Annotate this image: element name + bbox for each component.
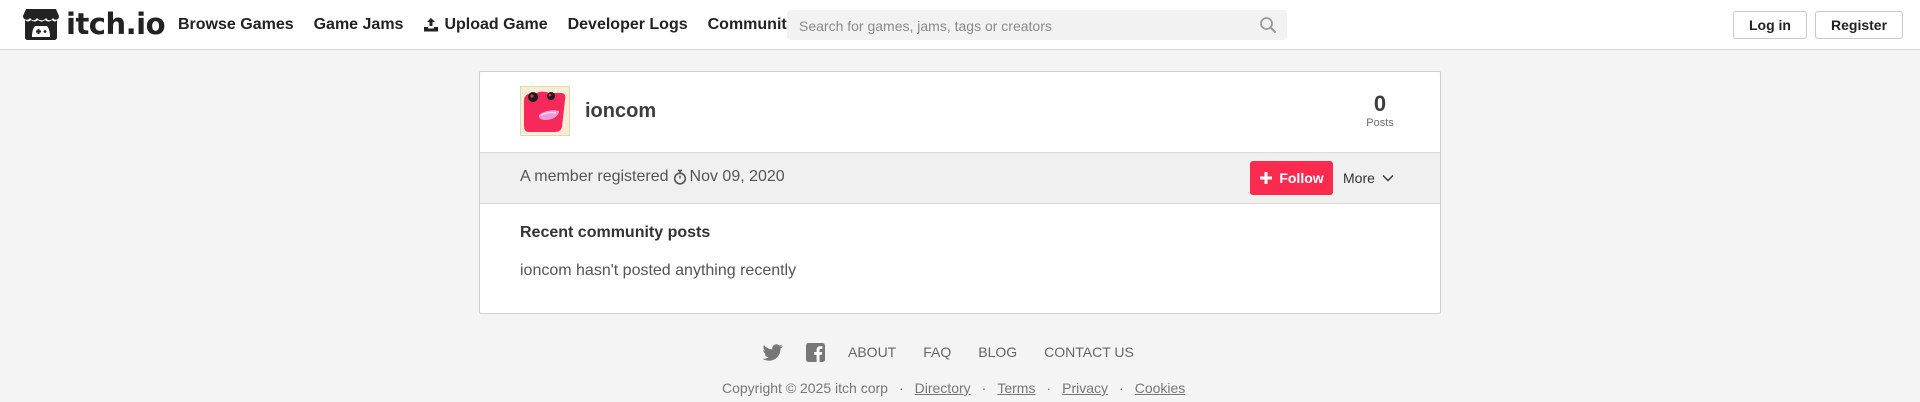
follow-label: Follow [1279, 170, 1324, 186]
profile-header: ioncom 0 Posts [480, 72, 1440, 152]
nav-upload-game[interactable]: Upload Game [423, 16, 548, 34]
footer-legal-cookies[interactable]: Cookies [1135, 380, 1186, 396]
footer-links: ABOUT FAQ BLOG CONTACT US [763, 340, 1161, 364]
search-box [787, 10, 1287, 42]
posts-label: Posts [1366, 117, 1394, 129]
upload-game-icon [423, 17, 439, 33]
follow-button[interactable]: Follow [1250, 161, 1333, 195]
footer-legal-directory[interactable]: Directory [915, 380, 971, 396]
itchio-logo-text: itch.io [66, 7, 166, 41]
user-profile-card: ioncom 0 Posts A member registered Nov 0… [479, 71, 1441, 314]
register-button[interactable]: Register [1815, 11, 1904, 39]
copyright-text: Copyright © 2025 itch corp [722, 380, 888, 396]
more-label: More [1343, 170, 1375, 186]
login-button[interactable]: Log in [1733, 11, 1807, 39]
footer-legal: Copyright © 2025 itch corp · Directory ·… [722, 380, 1185, 396]
recent-posts-title: Recent community posts [520, 224, 711, 241]
posts-stat: 0 Posts [1360, 92, 1400, 130]
registration-info: A member registered Nov 09, 2020 [520, 168, 785, 186]
facebook-icon[interactable] [806, 342, 825, 362]
separator: · [1046, 380, 1052, 396]
footer-legal-privacy[interactable]: Privacy [1062, 380, 1108, 396]
registered-date: Nov 09, 2020 [689, 168, 785, 185]
nav-browse-games[interactable]: Browse Games [178, 16, 294, 34]
separator: · [1119, 380, 1124, 396]
itchio-logo-icon [22, 6, 60, 42]
nav-community[interactable]: Community [708, 16, 796, 34]
itchio-logo[interactable]: itch.io [22, 6, 166, 42]
nav-upload-game-label: Upload Game [444, 16, 548, 33]
footer-link-blog[interactable]: BLOG [978, 344, 1017, 360]
posts-count: 0 [1373, 91, 1387, 116]
profile-username: ioncom [585, 100, 657, 122]
stopwatch-icon [673, 169, 687, 185]
chevron-down-icon [1382, 174, 1394, 182]
recent-posts-empty-message: ioncom hasn't posted anything recently [520, 262, 797, 279]
footer-legal-terms[interactable]: Terms [997, 380, 1035, 396]
site-header: itch.io Browse Games Game Jams Upload Ga… [0, 0, 1920, 50]
footer-link-faq[interactable]: FAQ [923, 344, 951, 360]
profile-actions-bar: A member registered Nov 09, 2020 Follow [480, 152, 1440, 204]
separator: · [981, 380, 987, 396]
more-dropdown[interactable]: More [1343, 170, 1394, 186]
search-icon[interactable] [1259, 16, 1277, 39]
twitter-icon[interactable] [763, 343, 783, 361]
registered-prefix: A member registered [520, 168, 669, 185]
nav-developer-logs[interactable]: Developer Logs [568, 16, 688, 34]
search-input[interactable] [797, 10, 1241, 42]
main-nav: Browse Games Game Jams Upload Game Devel… [178, 0, 816, 50]
avatar[interactable] [520, 86, 570, 136]
nav-game-jams[interactable]: Game Jams [314, 16, 404, 34]
separator: · [898, 380, 904, 396]
footer-link-contact-us[interactable]: CONTACT US [1044, 344, 1134, 360]
footer-link-about[interactable]: ABOUT [848, 344, 896, 360]
plus-icon [1259, 171, 1273, 185]
